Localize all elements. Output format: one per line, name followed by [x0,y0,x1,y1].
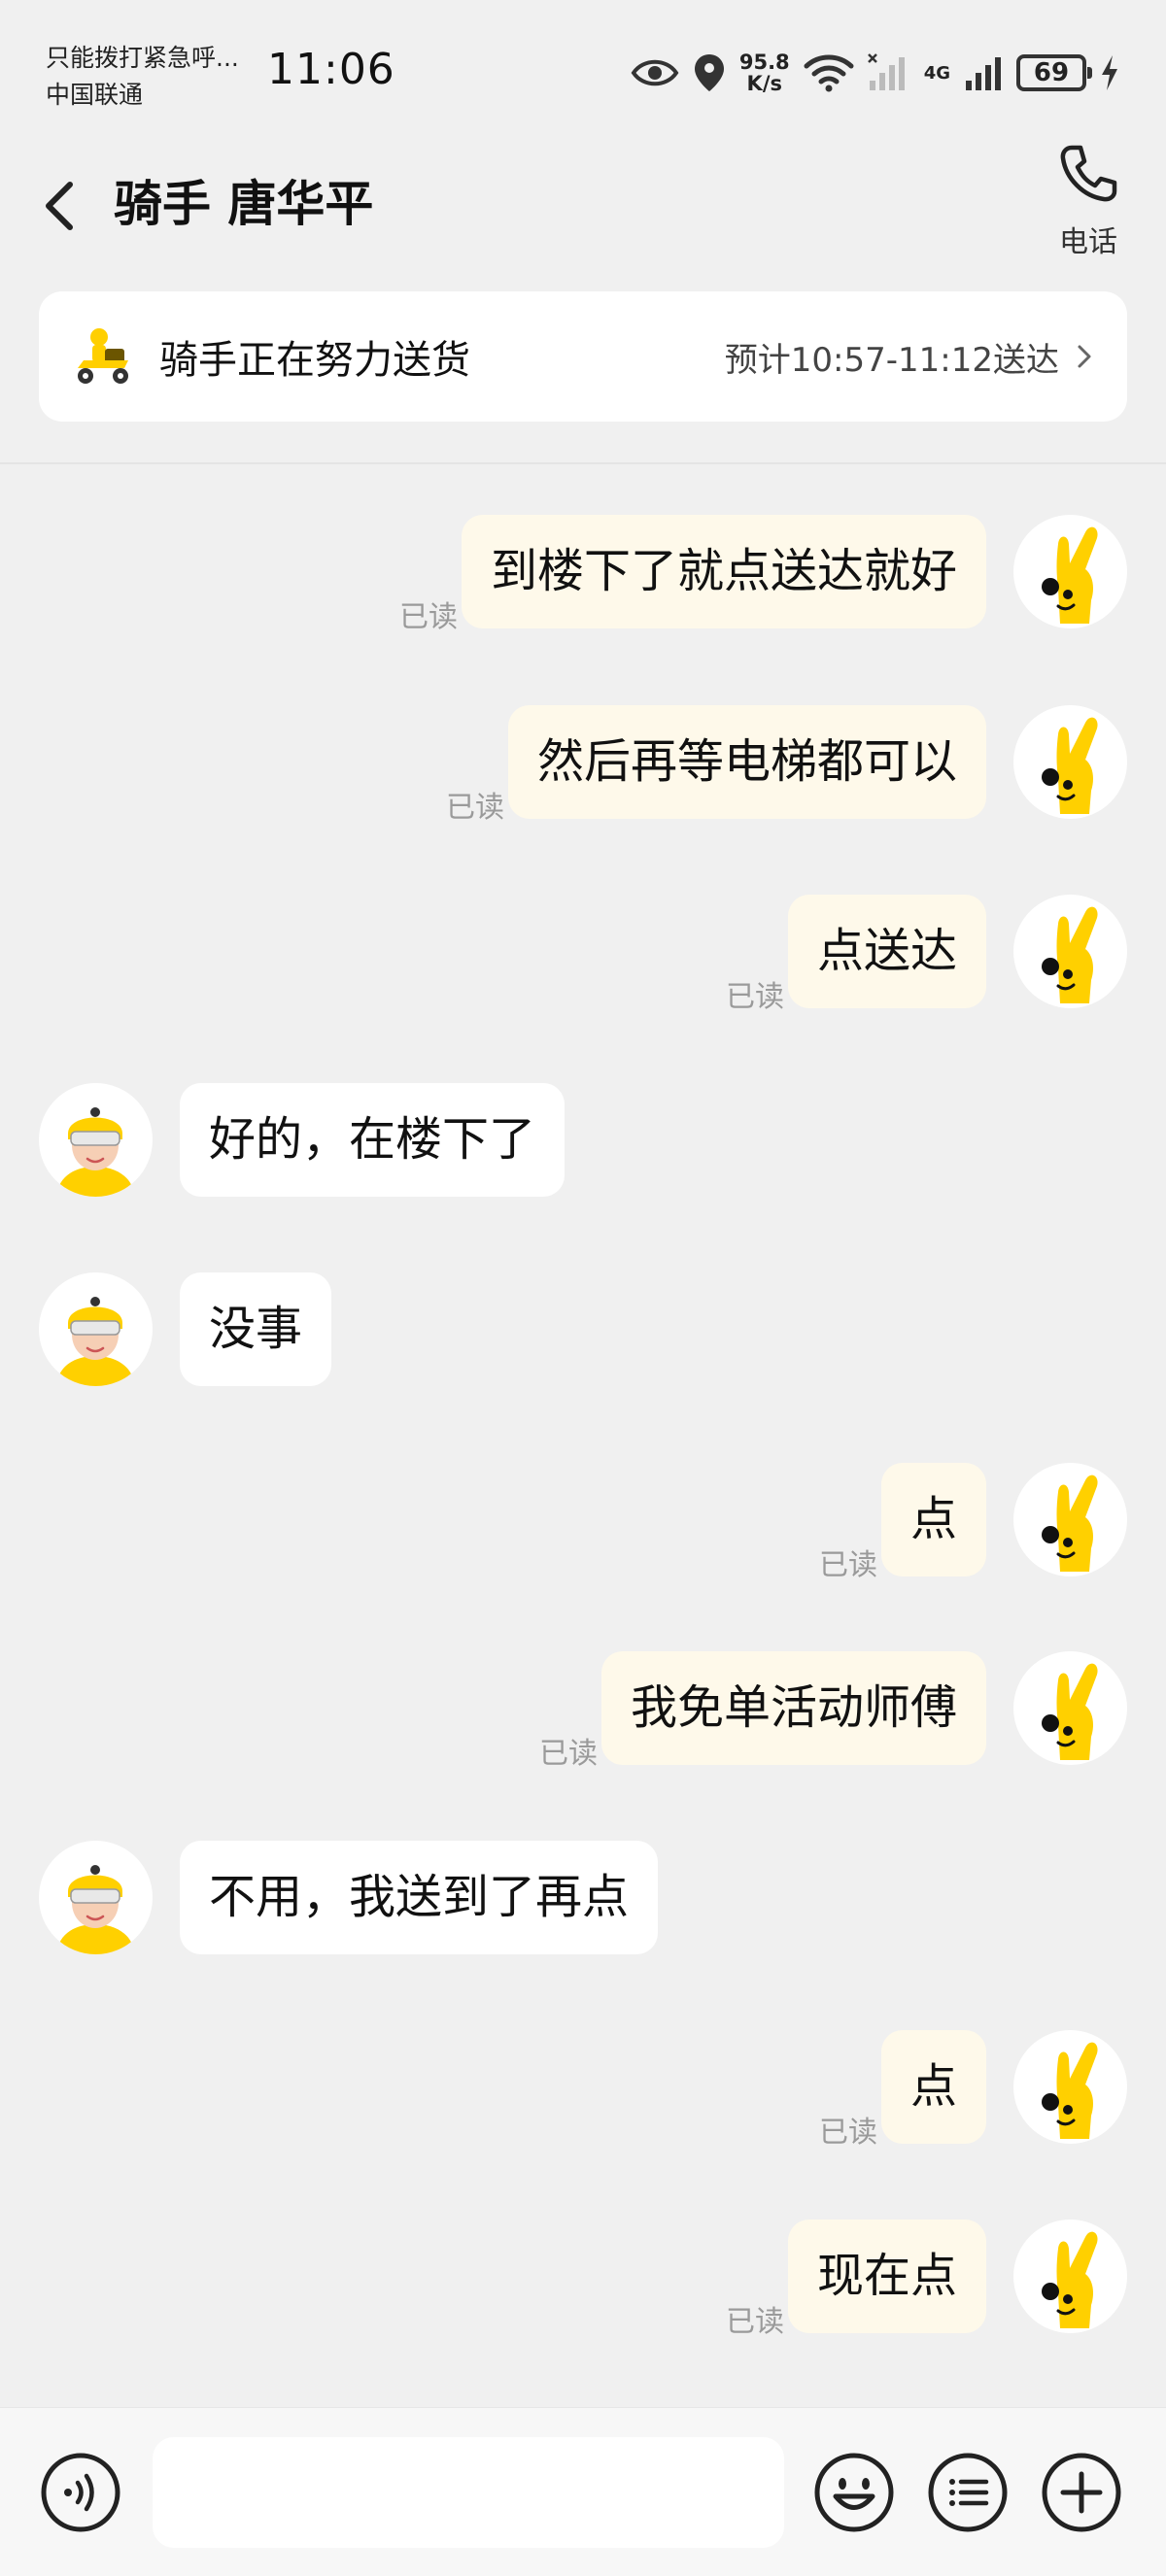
emoji-button[interactable] [812,2451,896,2534]
message-bubble-sent[interactable]: 点送达 [787,895,986,1008]
message-bubble-sent[interactable]: 到楼下了就点送达就好 [461,515,986,628]
battery-level: 69 [1033,58,1070,87]
read-receipt: 已读 [726,980,784,1014]
read-receipt: 已读 [726,2305,784,2339]
message-row-sent: 已读 我免单活动师傅 [0,1651,1166,1771]
location-icon [694,54,724,91]
message-row-received: 没事 [0,1272,1166,1387]
charging-icon [1102,55,1117,90]
message-bubble-received[interactable]: 不用，我送到了再点 [180,1841,659,1954]
voice-button[interactable] [39,2451,122,2534]
delivery-eta: 预计10:57-11:12送达 [724,340,1059,380]
net-speed-value: 95.8 [738,51,790,74]
message-bubble-sent[interactable]: 我免单活动师傅 [600,1651,986,1765]
carrier-name: 中国联通 [46,81,144,109]
message-row-received: 不用，我送到了再点 [0,1841,1166,1955]
rider-avatar-icon [56,1297,135,1386]
message-input[interactable] [153,2437,784,2548]
signal-icon [867,53,905,90]
net-speed-unit: K/s [746,72,782,95]
user-avatar[interactable] [1013,515,1127,628]
user-avatar[interactable] [1013,895,1127,1008]
back-button[interactable] [35,165,93,243]
signal-icon [966,57,1001,90]
user-avatar[interactable] [1013,1463,1127,1576]
user-avatar[interactable] [1013,2220,1127,2333]
emoji-icon [814,2453,894,2532]
wifi-icon [804,54,854,92]
message-bubble-sent[interactable]: 然后再等电梯都可以 [507,705,986,819]
quick-reply-button[interactable] [926,2451,1010,2534]
message-list[interactable]: 已读 到楼下了就点送达就好 已读 然后再等电梯都可以 已读 点送达 好的，在楼下… [0,464,1166,2407]
status-icons: 95.8 K/s 4G 69 [631,49,1119,97]
rider-avatar[interactable] [39,1083,153,1197]
message-bubble-received[interactable]: 好的，在楼下了 [180,1083,566,1197]
input-bar [0,2407,1166,2576]
chat-header: 骑手 唐华平 电话 [0,126,1166,272]
peace-hand-avatar-icon [1042,1663,1098,1760]
delivery-status-text: 骑手正在努力送货 [159,338,470,383]
user-avatar[interactable] [1013,705,1127,819]
user-avatar[interactable] [1013,2030,1127,2144]
message-row-sent: 已读 点 [0,1463,1166,1582]
rider-avatar-icon [56,1865,135,1954]
peace-hand-avatar-icon [1042,2042,1098,2139]
clock: 11:06 [267,45,395,94]
network-type: 4G [923,62,950,84]
call-label: 电话 [1059,225,1117,259]
peace-hand-avatar-icon [1042,2231,1098,2328]
phone-icon [1060,145,1117,202]
rider-avatar[interactable] [39,1841,153,1954]
message-row-sent: 已读 点送达 [0,895,1166,1014]
quick-reply-icon [928,2453,1008,2532]
message-bubble-received[interactable]: 没事 [180,1272,332,1386]
message-row-received: 好的，在楼下了 [0,1083,1166,1198]
rider-scooter-icon [78,328,128,384]
peace-hand-avatar-icon [1042,906,1098,1003]
read-receipt: 已读 [446,791,504,825]
status-bar: 只能拨打紧急呼... 中国联通 11:06 95.8 K/s 4G 69 [0,0,1166,126]
peace-hand-avatar-icon [1042,1474,1098,1572]
read-receipt: 已读 [539,1737,598,1771]
message-row-sent: 已读 到楼下了就点送达就好 [0,515,1166,634]
peace-hand-avatar-icon [1042,526,1098,624]
battery-indicator: 69 [1016,54,1092,91]
call-button[interactable]: 电话 [1040,140,1137,266]
chevron-right-icon [1078,345,1091,368]
delivery-status-card[interactable]: 骑手正在努力送货 预计10:57-11:12送达 [39,291,1127,422]
message-row-sent: 已读 然后再等电梯都可以 [0,705,1166,825]
read-receipt: 已读 [819,1548,877,1582]
message-bubble-sent[interactable]: 现在点 [787,2220,986,2333]
read-receipt: 已读 [399,600,458,634]
message-row-sent: 已读 点 [0,2030,1166,2150]
user-avatar[interactable] [1013,1651,1127,1765]
voice-icon [41,2453,120,2532]
message-row-sent: 已读 现在点 [0,2220,1166,2339]
message-bubble-sent[interactable]: 点 [880,2030,986,2144]
rider-avatar-icon [56,1107,135,1197]
more-actions-button[interactable] [1040,2451,1123,2534]
peace-hand-avatar-icon [1042,717,1098,814]
read-receipt: 已读 [819,2116,877,2150]
back-arrow-icon [46,182,73,230]
page-title: 骑手 唐华平 [114,176,374,232]
rider-avatar[interactable] [39,1272,153,1386]
net-speed: 95.8 K/s [739,51,790,94]
eye-icon [631,59,679,86]
plus-icon [1042,2453,1121,2532]
message-bubble-sent[interactable]: 点 [880,1463,986,1576]
emergency-call-text: 只能拨打紧急呼... [46,44,239,72]
